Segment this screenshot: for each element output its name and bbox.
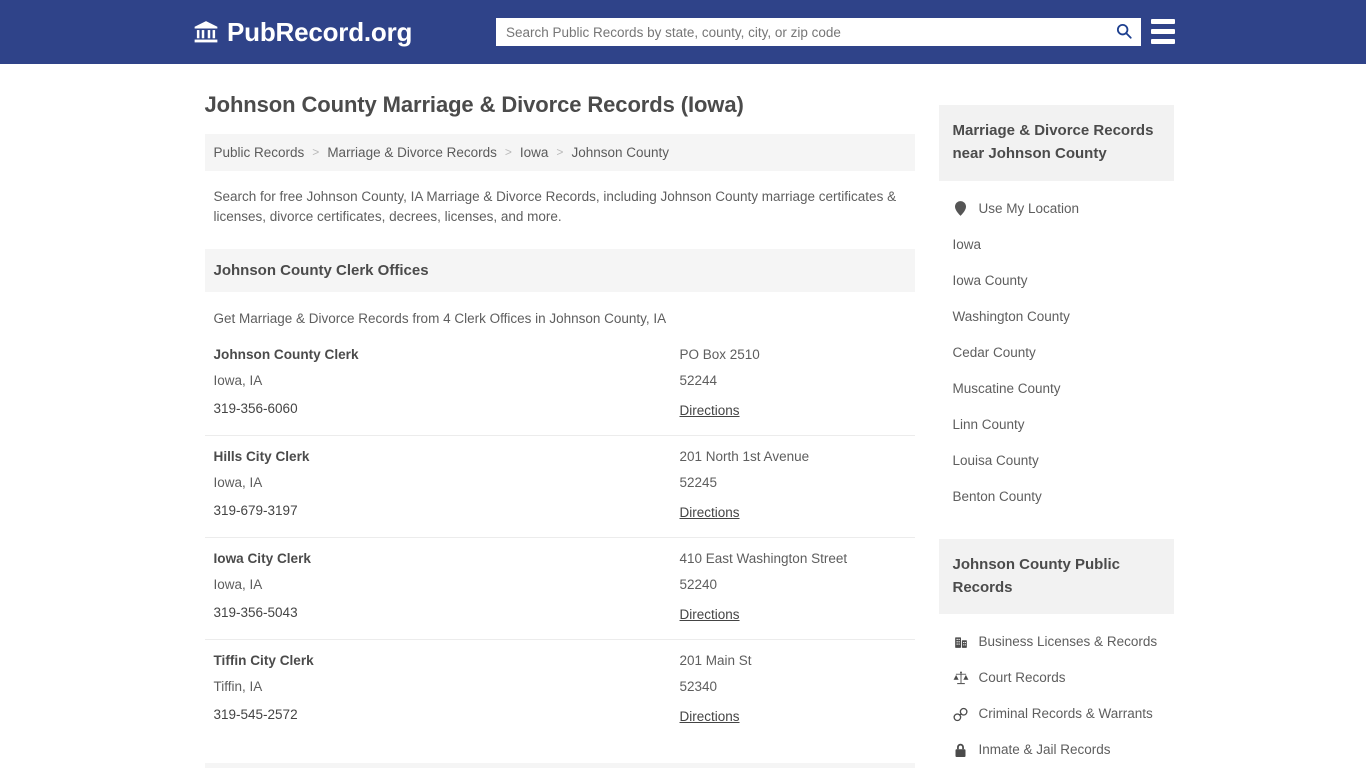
office-address: PO Box 2510 xyxy=(679,346,760,362)
sidebar-panel-nearby: Marriage & Divorce Records near Johnson … xyxy=(938,105,1174,515)
search-input[interactable] xyxy=(496,18,1107,46)
directions-link[interactable]: Directions xyxy=(680,710,740,724)
building-icon xyxy=(953,635,969,649)
sidebar-item-benton-county[interactable]: Benton County xyxy=(939,479,1174,515)
sidebar-heading-public-records: Johnson County Public Records xyxy=(938,538,1174,614)
sidebar-item-inmate-jail-records[interactable]: Inmate & Jail Records xyxy=(939,732,1174,768)
table-row: Tiffin City Clerk Tiffin, IA 319-545-257… xyxy=(205,640,915,741)
hamburger-bar xyxy=(1151,29,1175,34)
search-icon xyxy=(1115,22,1133,43)
directions-link[interactable]: Directions xyxy=(680,404,740,418)
page-body: Johnson County Marriage & Divorce Record… xyxy=(0,64,1366,768)
sidebar-item-label: Muscatine County xyxy=(952,380,1061,396)
handcuffs-icon xyxy=(953,707,969,722)
office-phone: 319-679-3197 xyxy=(213,502,298,518)
table-row: Iowa City Clerk Iowa, IA 319-356-5043 41… xyxy=(204,538,915,640)
office-phone: 319-356-5043 xyxy=(213,604,298,620)
breadcrumb-item-2[interactable]: Iowa xyxy=(520,145,549,160)
hamburger-menu-icon[interactable] xyxy=(1151,19,1175,44)
sidebar-item-label: Iowa xyxy=(952,236,982,252)
breadcrumb-item-1[interactable]: Marriage & Divorce Records xyxy=(327,145,497,160)
sidebar-item-cedar-county[interactable]: Cedar County xyxy=(939,335,1174,371)
breadcrumb: Public Records > Marriage & Divorce Reco… xyxy=(204,133,915,171)
breadcrumb-separator-icon: > xyxy=(556,145,564,160)
search-button[interactable] xyxy=(1107,18,1141,46)
sidebar-item-label: Washington County xyxy=(952,308,1070,324)
site-logo[interactable]: PubRecord.org xyxy=(193,19,412,45)
office-name: Tiffin City Clerk xyxy=(213,652,314,668)
sidebar-item-criminal-records[interactable]: Criminal Records & Warrants xyxy=(939,696,1174,732)
directions-link[interactable]: Directions xyxy=(680,608,740,622)
office-city: Iowa, IA xyxy=(213,475,263,491)
office-zip: 52245 xyxy=(679,475,718,491)
sidebar-public-records-links: Business Licenses & Records Court Record… xyxy=(939,624,1174,768)
search-bar[interactable] xyxy=(496,18,1141,46)
sidebar-item-label: Inmate & Jail Records xyxy=(978,742,1111,758)
main-content: Johnson County Marriage & Divorce Record… xyxy=(204,64,915,768)
breadcrumb-item-0[interactable]: Public Records xyxy=(214,145,305,160)
sidebar-nearby-links: Use My Location Iowa Iowa County Washing… xyxy=(939,191,1174,515)
sidebar-item-use-my-location[interactable]: Use My Location xyxy=(939,191,1174,227)
section-heading-town-city-halls: Johnson County Town & City Halls xyxy=(204,762,915,768)
office-address: 201 Main St xyxy=(679,652,752,668)
sidebar-heading-nearby: Marriage & Divorce Records near Johnson … xyxy=(938,105,1174,181)
office-zip: 52340 xyxy=(679,679,718,695)
office-name: Johnson County Clerk xyxy=(213,346,359,362)
sidebar-item-label: Cedar County xyxy=(952,344,1036,360)
table-row: Hills City Clerk Iowa, IA 319-679-3197 2… xyxy=(204,436,915,538)
sidebar-item-linn-county[interactable]: Linn County xyxy=(939,407,1174,443)
office-name: Hills City Clerk xyxy=(213,448,310,464)
office-city: Tiffin, IA xyxy=(213,679,263,695)
sidebar-item-muscatine-county[interactable]: Muscatine County xyxy=(939,371,1174,407)
hamburger-bar xyxy=(1151,19,1175,24)
hamburger-bar xyxy=(1151,39,1175,44)
sidebar-item-label: Criminal Records & Warrants xyxy=(978,706,1153,722)
office-city: Iowa, IA xyxy=(213,577,263,593)
sidebar-item-label: Louisa County xyxy=(952,452,1039,468)
breadcrumb-separator-icon: > xyxy=(504,145,512,160)
sidebar-panel-public-records: Johnson County Public Records Business L… xyxy=(938,538,1174,768)
sidebar-item-business-licenses[interactable]: Business Licenses & Records xyxy=(939,624,1174,660)
page-title: Johnson County Marriage & Divorce Record… xyxy=(204,92,744,117)
section-subtext-clerk-offices: Get Marriage & Divorce Records from 4 Cl… xyxy=(213,310,667,326)
sidebar: Marriage & Divorce Records near Johnson … xyxy=(938,64,1174,768)
sidebar-item-label: Linn County xyxy=(952,416,1025,432)
sidebar-item-iowa[interactable]: Iowa xyxy=(939,227,1174,263)
breadcrumb-item-3[interactable]: Johnson County xyxy=(571,145,669,160)
table-row: Johnson County Clerk Iowa, IA 319-356-60… xyxy=(204,334,915,436)
office-zip: 52240 xyxy=(679,577,718,593)
sidebar-item-court-records[interactable]: Court Records xyxy=(939,660,1174,696)
sidebar-item-label: Iowa County xyxy=(952,272,1028,288)
map-pin-icon xyxy=(953,201,969,216)
office-zip: 52244 xyxy=(679,373,718,389)
sidebar-item-iowa-county[interactable]: Iowa County xyxy=(939,263,1174,299)
sidebar-item-label: Court Records xyxy=(978,670,1066,686)
sidebar-item-label: Benton County xyxy=(952,488,1042,504)
office-name: Iowa City Clerk xyxy=(213,550,311,566)
section-heading-clerk-offices: Johnson County Clerk Offices xyxy=(204,248,915,292)
sidebar-item-louisa-county[interactable]: Louisa County xyxy=(939,443,1174,479)
office-city: Iowa, IA xyxy=(213,373,263,389)
clerk-offices-list: Johnson County Clerk Iowa, IA 319-356-60… xyxy=(204,334,915,741)
sidebar-item-label: Business Licenses & Records xyxy=(978,634,1158,650)
scales-of-justice-icon xyxy=(953,671,969,685)
site-logo-text: PubRecord.org xyxy=(227,17,413,47)
office-address: 410 East Washington Street xyxy=(679,550,848,566)
site-header: PubRecord.org xyxy=(0,0,1366,64)
sidebar-item-washington-county[interactable]: Washington County xyxy=(939,299,1174,335)
page-intro-text: Search for free Johnson County, IA Marri… xyxy=(213,188,897,224)
office-phone: 319-356-6060 xyxy=(213,400,298,416)
office-address: 201 North 1st Avenue xyxy=(679,448,810,464)
bank-building-icon xyxy=(193,19,219,45)
padlock-icon xyxy=(953,743,969,758)
office-phone: 319-545-2572 xyxy=(213,706,298,722)
directions-link[interactable]: Directions xyxy=(680,506,740,520)
breadcrumb-separator-icon: > xyxy=(312,145,320,160)
sidebar-item-label: Use My Location xyxy=(978,200,1080,216)
